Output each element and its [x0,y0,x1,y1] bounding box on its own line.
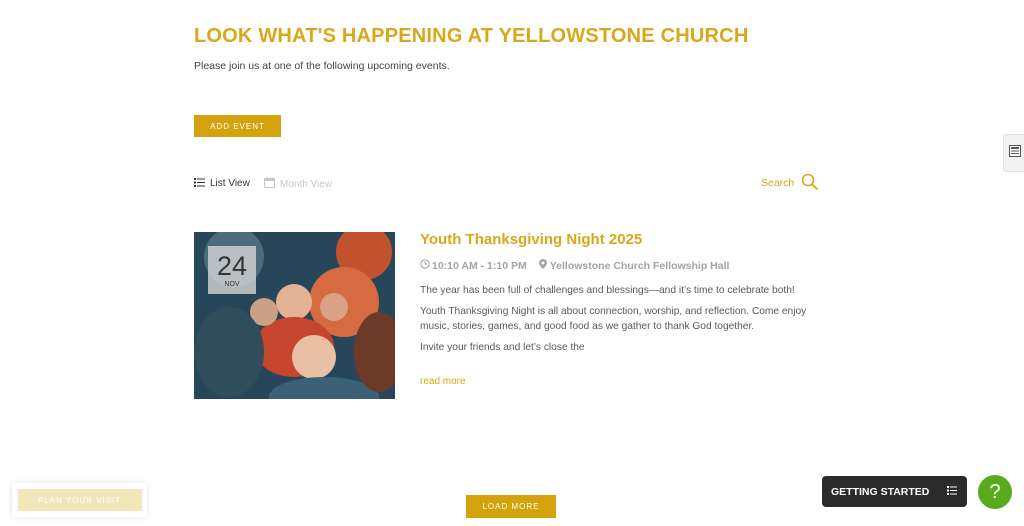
page-title: LOOK WHAT'S HAPPENING AT YELLOWSTONE CHU… [194,25,749,47]
description-paragraph: Invite your friends and let’s close the [420,342,585,353]
date-day: 24 [216,250,248,281]
getting-started-button[interactable]: GETTING STARTED [822,476,967,507]
event-title[interactable]: Youth Thanksgiving Night 2025 [420,231,642,248]
plan-visit-widget: PLAN YOUR VISIT [12,483,147,517]
date-badge: 24 NOV [208,246,256,294]
getting-started-label: GETTING STARTED [831,485,930,498]
month-view-label: Month View [280,178,333,190]
add-event-button[interactable]: ADD EVENT [194,115,281,137]
search-button[interactable]: Search [761,173,819,193]
document-icon [1008,144,1021,162]
event-time: 10:10 AM - 1:10 PM [432,259,527,272]
calendar-icon [264,177,275,191]
search-label: Search [761,177,795,189]
list-icon [947,486,957,498]
event-location: Yellowstone Church Fellowship Hall [549,259,730,272]
list-view-tab[interactable]: List View [194,177,250,190]
help-button[interactable]: ? [978,475,1012,509]
side-widget[interactable] [1003,134,1024,172]
clock-icon [420,259,430,272]
plan-visit-button[interactable]: PLAN YOUR VISIT [17,489,142,511]
map-pin-icon [538,259,547,272]
list-icon [194,177,205,190]
event-meta: 10:10 AM - 1:10 PM Yellowstone Church Fe… [420,259,729,272]
month-view-tab[interactable]: Month View [264,177,332,191]
description-paragraph: The year has been full of challenges and… [420,285,795,296]
event-description: The year has been full of challenges and… [420,283,825,361]
load-more-button[interactable]: LOAD MORE [466,495,556,518]
intro-text: Please join us at one of the following u… [194,60,450,72]
list-view-label: List View [210,178,250,189]
event-image[interactable]: 24 NOV [194,232,395,399]
date-month: NOV [224,280,240,288]
search-icon [801,173,819,193]
read-more-link[interactable]: read more [420,376,466,387]
description-paragraph: Youth Thanksgiving Night is all about co… [420,306,807,332]
